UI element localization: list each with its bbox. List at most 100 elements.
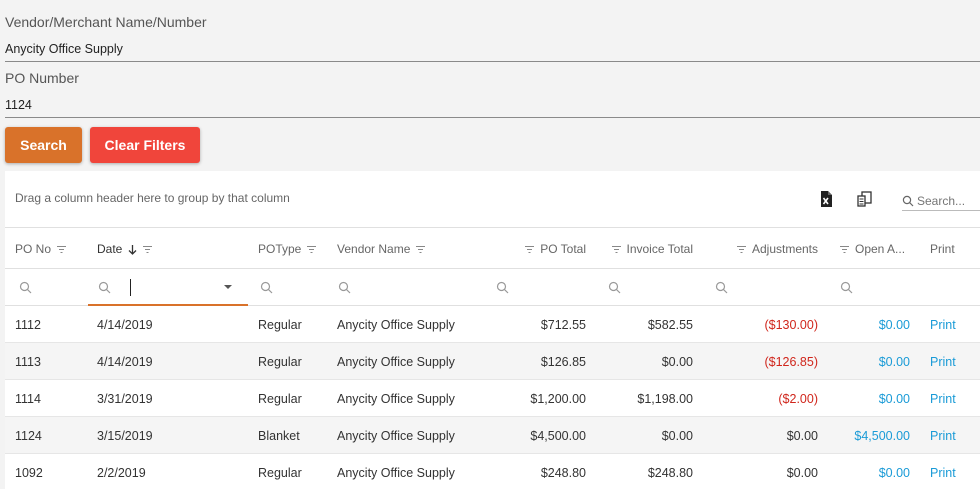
print-link[interactable]: Print (930, 380, 956, 417)
col-header-print: Print (930, 229, 975, 269)
cell-date: 4/14/2019 (97, 354, 153, 369)
cell-potype: Regular (258, 465, 302, 480)
po-grid: Drag a column header here to group by th… (5, 171, 980, 489)
col-header-open-amount[interactable]: Open A... (839, 229, 914, 269)
grid-search-input[interactable] (917, 193, 977, 208)
col-header-label: Date (97, 242, 123, 256)
table-row[interactable]: 1113 4/14/2019 Regular Anycity Office Su… (5, 343, 980, 380)
col-header-potype[interactable]: POType (258, 229, 333, 269)
filter-cell-invoice-total[interactable] (608, 269, 621, 306)
cell-po-no: 1092 (15, 465, 43, 480)
cell-vendor: Anycity Office Supply (337, 428, 455, 443)
search-icon (902, 195, 914, 206)
cell-po-no: 1112 (15, 317, 41, 332)
cell-potype: Regular (258, 317, 302, 332)
col-header-label: POType (258, 242, 302, 256)
filter-icon[interactable] (611, 244, 622, 255)
column-chooser-icon[interactable] (856, 190, 874, 208)
print-link[interactable]: Print (930, 417, 956, 454)
po-filter-input[interactable]: 1124 (5, 98, 32, 112)
filter-cell-po-total[interactable] (496, 269, 509, 306)
filter-icon[interactable] (142, 244, 153, 255)
vendor-filter-input[interactable]: Anycity Office Supply (5, 42, 123, 56)
cell-open-amount[interactable]: $4,500.00 (810, 417, 910, 454)
filter-cell-potype[interactable] (260, 269, 273, 306)
col-header-invoice-total[interactable]: Invoice Total (595, 229, 693, 269)
filter-cell-open-amount[interactable] (840, 269, 853, 306)
sort-desc-icon (128, 244, 137, 255)
group-panel-hint[interactable]: Drag a column header here to group by th… (15, 191, 290, 205)
cell-potype: Regular (258, 354, 302, 369)
cell-open-amount[interactable]: $0.00 (810, 306, 910, 343)
cell-po-total: $712.55 (540, 317, 586, 332)
grid-header-row: PO No Date POType Vendor Name PO Total I… (5, 229, 980, 269)
table-row[interactable]: 1124 3/15/2019 Blanket Anycity Office Su… (5, 417, 980, 454)
col-header-label: Open A... (855, 242, 906, 256)
cell-potype: Blanket (258, 428, 300, 443)
cell-invoice-total: $0.00 (661, 428, 693, 443)
cell-date: 4/14/2019 (97, 317, 153, 332)
col-header-po-total[interactable]: PO Total (495, 229, 586, 269)
search-icon (338, 281, 351, 294)
cell-date: 3/31/2019 (97, 391, 153, 406)
col-header-label: Invoice Total (626, 242, 694, 256)
filter-icon[interactable] (524, 244, 535, 255)
table-row[interactable]: 1114 3/31/2019 Regular Anycity Office Su… (5, 380, 980, 417)
search-icon (260, 281, 273, 294)
search-icon (19, 281, 32, 294)
print-link[interactable]: Print (930, 454, 956, 489)
cell-invoice-total: $1,198.00 (637, 391, 693, 406)
search-icon (840, 281, 853, 294)
cell-invoice-total: $248.80 (647, 465, 693, 480)
cell-date: 2/2/2019 (97, 465, 146, 480)
col-header-date[interactable]: Date (97, 229, 247, 269)
cell-adjustments: $0.00 (786, 465, 818, 480)
col-header-label: PO Total (540, 242, 586, 256)
table-row[interactable]: 1112 4/14/2019 Regular Anycity Office Su… (5, 306, 980, 343)
col-header-label: Print (930, 242, 955, 256)
text-caret (130, 279, 131, 296)
cell-date: 3/15/2019 (97, 428, 153, 443)
grid-body: 1112 4/14/2019 Regular Anycity Office Su… (5, 306, 980, 489)
filter-cell-adjustments[interactable] (715, 269, 728, 306)
cell-invoice-total: $582.55 (647, 317, 693, 332)
cell-po-total: $248.80 (540, 465, 586, 480)
filter-icon[interactable] (306, 244, 317, 255)
filter-cell-po-no[interactable] (19, 269, 32, 306)
cell-po-total: $126.85 (540, 354, 586, 369)
filter-cell-vendor[interactable] (338, 269, 351, 306)
cell-po-no: 1113 (15, 354, 41, 369)
col-header-vendor[interactable]: Vendor Name (337, 229, 487, 269)
search-icon (608, 281, 621, 294)
grid-toolbar: Drag a column header here to group by th… (5, 171, 980, 228)
print-link[interactable]: Print (930, 306, 956, 343)
cell-po-total: $4,500.00 (530, 428, 586, 443)
excel-export-icon[interactable] (817, 190, 835, 208)
print-link[interactable]: Print (930, 343, 956, 380)
table-row[interactable]: 1092 2/2/2019 Regular Anycity Office Sup… (5, 454, 980, 489)
col-header-po-no[interactable]: PO No (15, 229, 85, 269)
filter-icon[interactable] (56, 244, 67, 255)
cell-open-amount[interactable]: $0.00 (810, 454, 910, 489)
filter-icon[interactable] (839, 244, 850, 255)
cell-open-amount[interactable]: $0.00 (810, 380, 910, 417)
col-header-adjustments[interactable]: Adjustments (705, 229, 818, 269)
clear-filters-button[interactable]: Clear Filters (90, 127, 200, 163)
cell-potype: Regular (258, 391, 302, 406)
po-filter-label: PO Number (5, 70, 79, 86)
cell-adjustments: ($2.00) (778, 391, 818, 406)
vendor-filter-label: Vendor/Merchant Name/Number (5, 14, 207, 30)
col-header-label: Adjustments (751, 242, 818, 256)
cell-open-amount[interactable]: $0.00 (810, 343, 910, 380)
cell-po-no: 1124 (15, 428, 42, 443)
grid-filter-row (5, 269, 980, 306)
filter-cell-date[interactable] (88, 269, 248, 306)
cell-adjustments: $0.00 (786, 428, 818, 443)
filter-icon[interactable] (736, 244, 747, 255)
search-button[interactable]: Search (5, 127, 82, 163)
grid-search-box[interactable] (902, 191, 980, 211)
chevron-down-icon[interactable] (224, 285, 232, 289)
filter-icon[interactable] (415, 244, 426, 255)
search-icon (496, 281, 509, 294)
cell-vendor: Anycity Office Supply (337, 391, 455, 406)
